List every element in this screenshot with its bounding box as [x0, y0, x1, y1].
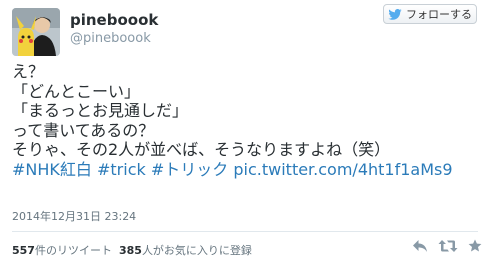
divider [12, 231, 478, 232]
retweet-count[interactable]: 557 [12, 244, 35, 257]
tweet-line: 「まるっとお見通しだ」 [12, 101, 189, 120]
avatar-image [12, 8, 60, 56]
display-name[interactable]: pineboook [70, 11, 158, 29]
hashtag-trick[interactable]: #trick [97, 160, 146, 179]
tweet-line: って書いてあるの？ [12, 120, 155, 140]
tweet-actions [412, 238, 482, 254]
tweet-line: 「どんとこーい」 [12, 81, 141, 101]
favorite-label[interactable]: 人がお気に入りに登録 [142, 244, 252, 257]
retweet-label[interactable]: 件のリツイート [35, 244, 112, 257]
tweet-line: そりゃ、その2人が並べば、そうなりますよね（笑） [12, 140, 391, 159]
tweet-hashtag-line: #NHK紅白 #trick #トリック pic.twitter.com/4ht1… [12, 160, 482, 180]
user-handle[interactable]: @pineboook [70, 31, 151, 46]
tweet-card: pineboook @pineboook フォローする え？ 「どんとこーい」 … [0, 0, 490, 260]
profile-avatar[interactable] [12, 8, 60, 56]
follow-button-label: フォローする [406, 8, 472, 21]
bird-icon [388, 8, 402, 20]
hashtag-nhk-kouhaku[interactable]: #NHK紅白 [12, 160, 92, 179]
retweet-icon[interactable] [438, 239, 458, 253]
tweet-line: え？ [12, 62, 45, 81]
tweet-timestamp[interactable]: 2014年12月31日 23:24 [12, 208, 136, 224]
favorite-count[interactable]: 385 [119, 244, 142, 257]
reply-icon[interactable] [412, 239, 428, 253]
media-link[interactable]: pic.twitter.com/4ht1f1aMs9 [233, 160, 452, 179]
tweet-text: え？ 「どんとこーい」 「まるっとお見通しだ」 って書いてあるの？ そりゃ、その… [12, 62, 482, 179]
follow-button[interactable]: フォローする [383, 4, 477, 24]
tweet-stats: 557件のリツイート 385人がお気に入りに登録 [12, 242, 252, 258]
favorite-icon[interactable] [468, 239, 482, 253]
hashtag-torikku[interactable]: #トリック [151, 160, 228, 179]
